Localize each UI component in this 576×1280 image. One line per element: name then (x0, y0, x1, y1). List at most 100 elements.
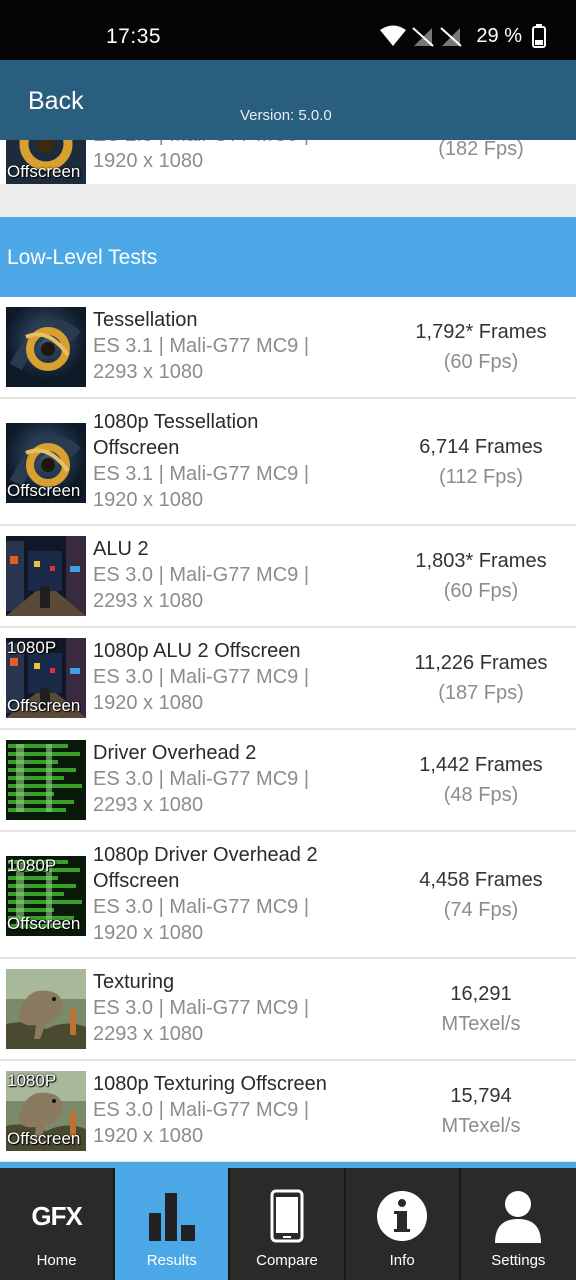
alu-icon (6, 536, 86, 616)
dino-thumbnail: 1080P Offscreen (6, 1071, 86, 1151)
test-name: Offscreen (93, 870, 180, 892)
result-sub: (182 Fps) (438, 140, 524, 160)
test-api: ES 3.0 | Mali-G77 MC9 | (93, 1099, 310, 1121)
app-header: Back Version: 5.0.0 (0, 60, 576, 140)
tess-thumbnail (6, 307, 86, 387)
test-name: 1080p Tessellation (93, 411, 259, 433)
battery-icon (532, 24, 546, 48)
phone-icon (270, 1189, 304, 1243)
test-api: ES 3.0 | Mali-G77 MC9 | (93, 666, 310, 688)
test-resolution: 2293 x 1080 (93, 361, 204, 383)
offscreen-badge: Offscreen (7, 162, 81, 181)
result-score: 1,792* Frames (415, 321, 547, 343)
test-resolution: 2293 x 1080 (93, 590, 204, 612)
test-row[interactable]: Tessellation ES 3.1 | Mali-G77 MC9 | 2293 … (0, 297, 576, 399)
test-resolution: 1920 x 1080 (93, 489, 204, 511)
nav-settings[interactable]: Settings (461, 1168, 576, 1280)
no-signal-icon-2 (440, 27, 463, 47)
test-row[interactable]: 1080P Offscreen 1080p Texturing Offscreen E… (0, 1061, 576, 1163)
offscreen-badge: Offscreen (7, 696, 81, 715)
test-name: 1080p Driver Overhead 2 (93, 844, 318, 866)
back-button[interactable]: Back (28, 87, 84, 116)
battery-percent: 29 % (476, 24, 522, 47)
status-time: 17:35 (106, 25, 162, 48)
bar-chart-icon (148, 1193, 195, 1241)
result-sub: (48 Fps) (443, 784, 519, 806)
nav-home[interactable]: GFX Home (0, 1168, 116, 1280)
list-item-partial[interactable]: Offscreen ES 2.0 | Mali-G77 MC9 | 1920 x… (0, 140, 576, 184)
nav-label: Results (146, 1252, 197, 1269)
result-score: 6,714 Frames (419, 436, 543, 458)
nav-label: Info (389, 1252, 415, 1269)
test-resolution: 1920 x 1080 (93, 922, 204, 944)
nav-info[interactable]: Info (346, 1168, 461, 1280)
test-row[interactable]: Texturing ES 3.0 | Mali-G77 MC9 | 2293 x 1… (0, 959, 576, 1061)
dino-icon (6, 969, 86, 1049)
result-score: 1,442 Frames (419, 754, 543, 776)
driver-thumbnail: 1080P Offscreen (6, 856, 86, 936)
driver-icon (6, 740, 86, 820)
test-row[interactable]: Offscreen 1080p Tessellation Offscreen ES 3… (0, 399, 576, 526)
driver-thumbnail (6, 740, 86, 820)
section-header: Low-Level Tests (0, 217, 576, 297)
nav-compare[interactable]: Compare (230, 1168, 346, 1280)
resolution-badge: 1080P (7, 856, 57, 875)
test-resolution: 2293 x 1080 (93, 794, 204, 816)
test-name: Texturing (93, 971, 175, 993)
offscreen-badge: Offscreen (7, 481, 81, 500)
result-score: 15,794 (450, 1085, 512, 1107)
result-sub: MTexel/s (441, 1013, 521, 1035)
test-row[interactable]: 1080P Offscreen 1080p Driver Overhead 2 Off… (0, 832, 576, 959)
resolution-badge: 1080P (7, 638, 57, 657)
test-name: 1080p Texturing Offscreen (93, 1073, 327, 1095)
nav-label: Home (36, 1252, 77, 1269)
dino-thumbnail (6, 969, 86, 1049)
tess-icon (6, 307, 86, 387)
nav-label: Settings (491, 1252, 546, 1269)
nav-label: Compare (256, 1252, 318, 1269)
test-resolution: 1920 x 1080 (93, 692, 204, 714)
status-icons: 29 % (380, 24, 546, 48)
result-sub: MTexel/s (441, 1115, 521, 1137)
result-score: 16,291 (450, 983, 512, 1005)
result-sub: (187 Fps) (438, 682, 524, 704)
offscreen-badge: Offscreen (7, 914, 81, 933)
alu-thumbnail: 1080P Offscreen (6, 638, 86, 718)
tess-thumbnail: Offscreen (6, 140, 86, 184)
result-sub: (60 Fps) (443, 351, 519, 373)
bottom-nav: GFX Home Results Compare Info Settings (0, 1168, 576, 1280)
test-row[interactable]: Driver Overhead 2 ES 3.0 | Mali-G77 MC9 |… (0, 730, 576, 832)
test-api: ES 3.0 | Mali-G77 MC9 | (93, 564, 310, 586)
result-score: 11,226 Frames (414, 652, 548, 674)
result-sub: (112 Fps) (438, 466, 524, 488)
test-row[interactable]: ALU 2 ES 3.0 | Mali-G77 MC9 | 2293 x 1080 1… (0, 526, 576, 628)
alu-thumbnail (6, 536, 86, 616)
nav-results[interactable]: Results (115, 1168, 231, 1280)
test-name: Driver Overhead 2 (93, 742, 257, 764)
gfx-logo-icon: GFX (31, 1200, 82, 1231)
status-bar: 17:35 29 % (0, 0, 576, 60)
result-score: 1,803* Frames (415, 550, 547, 572)
info-icon (377, 1191, 428, 1241)
test-api: ES 3.1 | Mali-G77 MC9 | (93, 463, 310, 485)
result-sub: (74 Fps) (443, 899, 519, 921)
resolution-badge: 1080P (7, 1071, 57, 1090)
no-signal-icon (412, 27, 435, 47)
test-row[interactable]: 1080P Offscreen 1080p ALU 2 Offscreen ES 3.… (0, 628, 576, 730)
test-resolution: 2293 x 1080 (93, 1023, 204, 1045)
test-name: Tessellation (93, 309, 198, 331)
version-label: Version: 5.0.0 (240, 107, 332, 124)
test-resolution: 1920 x 1080 (93, 150, 204, 172)
test-name: Offscreen (93, 437, 180, 459)
section-divider (0, 184, 576, 217)
offscreen-badge: Offscreen (7, 1129, 81, 1148)
test-resolution: 1920 x 1080 (93, 1125, 204, 1147)
wifi-icon (380, 25, 407, 46)
test-api: ES 3.0 | Mali-G77 MC9 | (93, 768, 310, 790)
result-score: 4,458 Frames (419, 869, 543, 891)
test-api: ES 2.0 | Mali-G77 MC9 | (93, 140, 383, 148)
test-api: ES 3.0 | Mali-G77 MC9 | (93, 896, 310, 918)
results-list[interactable]: Offscreen ES 2.0 | Mali-G77 MC9 | 1920 x… (0, 140, 576, 1168)
test-name: ALU 2 (93, 538, 149, 560)
test-api: ES 3.0 | Mali-G77 MC9 | (93, 997, 310, 1019)
